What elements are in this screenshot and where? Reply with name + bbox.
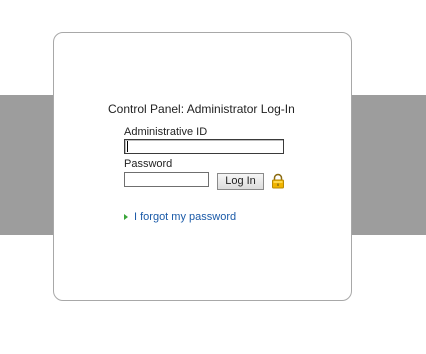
bullet-arrow-icon: [124, 214, 128, 220]
login-button[interactable]: Log In: [217, 173, 264, 190]
admin-id-input[interactable]: [124, 139, 284, 154]
page: Control Panel: Administrator Log-In Admi…: [0, 0, 426, 354]
password-label: Password: [124, 158, 173, 170]
login-card: Control Panel: Administrator Log-In Admi…: [53, 32, 352, 301]
forgot-password-link[interactable]: I forgot my password: [134, 211, 236, 223]
admin-id-label: Administrative ID: [124, 126, 208, 138]
password-input[interactable]: [124, 172, 209, 187]
text-cursor: [127, 141, 128, 152]
page-title: Control Panel: Administrator Log-In: [108, 102, 295, 116]
padlock-icon: [270, 173, 286, 189]
